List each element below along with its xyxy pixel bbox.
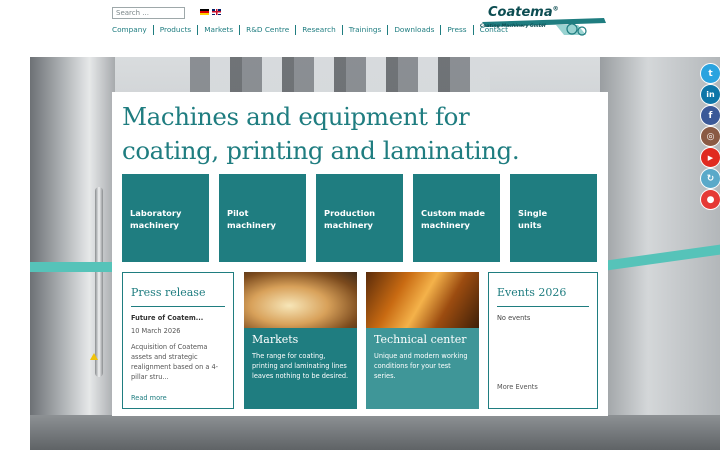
events-card: Events 2026 No events More Events bbox=[488, 272, 598, 409]
main-nav: Company Products Markets R&D Centre Rese… bbox=[112, 25, 514, 35]
markets-title: Markets bbox=[252, 333, 299, 346]
linkedin-icon[interactable]: in bbox=[701, 85, 720, 104]
hero-rollers bbox=[190, 57, 490, 97]
warning-sign-icon bbox=[90, 353, 98, 360]
coatema-logo[interactable]: Coatema® Coating Machinery GmbH bbox=[478, 5, 610, 39]
facebook-icon[interactable]: f bbox=[701, 106, 720, 125]
markets-description: The range for coating, printing and lami… bbox=[252, 352, 349, 380]
info-cards: Press release Future of Coatem... 10 Mar… bbox=[122, 272, 598, 409]
nav-rd-centre[interactable]: R&D Centre bbox=[239, 25, 295, 35]
logo-wordmark: Coatema® bbox=[488, 5, 559, 20]
instagram-icon[interactable]: ◎ bbox=[701, 127, 720, 146]
language-switcher bbox=[200, 9, 221, 15]
page-title: Machines and equipment for coating, prin… bbox=[122, 100, 520, 168]
press-release-title: Press release bbox=[131, 286, 206, 299]
page: Search ... Company Products Markets R&D … bbox=[0, 0, 720, 450]
logo-tagline: Coating Machinery GmbH bbox=[480, 24, 546, 29]
markets-image bbox=[244, 272, 357, 328]
tile-label: units bbox=[518, 220, 542, 230]
technical-center-description: Unique and modern working conditions for… bbox=[374, 352, 468, 380]
tile-label: machinery bbox=[227, 220, 276, 230]
tile-label: Single bbox=[518, 208, 548, 218]
tile-label: machinery bbox=[324, 220, 373, 230]
nav-products[interactable]: Products bbox=[152, 25, 198, 35]
english-flag-icon[interactable] bbox=[212, 9, 221, 15]
nav-press[interactable]: Press bbox=[440, 25, 472, 35]
refresh-icon[interactable]: ↻ bbox=[701, 169, 720, 188]
divider bbox=[497, 306, 589, 307]
more-events-link[interactable]: More Events bbox=[497, 383, 538, 391]
press-release-card: Press release Future of Coatem... 10 Mar… bbox=[122, 272, 234, 409]
tile-pilot-machinery[interactable]: Pilot machinery bbox=[219, 174, 306, 262]
tile-label: machinery bbox=[130, 220, 179, 230]
hero-handle bbox=[95, 187, 103, 377]
technical-center-image bbox=[366, 272, 479, 328]
press-article-excerpt: Acquisition of Coatema assets and strate… bbox=[131, 343, 219, 381]
tile-label: Laboratory bbox=[130, 208, 182, 218]
category-tiles: Laboratory machinery Pilot machinery Produ… bbox=[122, 174, 597, 262]
events-title: Events 2026 bbox=[497, 286, 567, 299]
social-bar: t in f ◎ ▶ ↻ ● bbox=[701, 64, 720, 209]
content-panel: Machines and equipment for coating, prin… bbox=[112, 92, 608, 416]
tile-production-machinery[interactable]: Production machinery bbox=[316, 174, 403, 262]
twitter-icon[interactable]: t bbox=[701, 64, 720, 83]
tile-label: Custom made bbox=[421, 208, 485, 218]
headline-line-1: Machines and equipment for bbox=[122, 102, 470, 131]
divider bbox=[131, 306, 225, 307]
nav-markets[interactable]: Markets bbox=[197, 25, 239, 35]
read-more-link[interactable]: Read more bbox=[131, 394, 167, 402]
nav-downloads[interactable]: Downloads bbox=[387, 25, 440, 35]
tile-label: machinery bbox=[421, 220, 470, 230]
chat-icon[interactable]: ● bbox=[701, 190, 720, 209]
technical-center-card[interactable]: Technical center Unique and modern worki… bbox=[366, 272, 479, 409]
nav-research[interactable]: Research bbox=[295, 25, 341, 35]
markets-card[interactable]: Markets The range for coating, printing … bbox=[244, 272, 357, 409]
tile-label: Production bbox=[324, 208, 376, 218]
nav-trainings[interactable]: Trainings bbox=[341, 25, 388, 35]
press-article-date: 10 March 2026 bbox=[131, 327, 181, 335]
tile-single-units[interactable]: Single units bbox=[510, 174, 597, 262]
tile-custom-made-machinery[interactable]: Custom made machinery bbox=[413, 174, 500, 262]
headline-line-2: coating, printing and laminating. bbox=[122, 136, 520, 165]
search-input[interactable]: Search ... bbox=[112, 7, 185, 19]
tile-label: Pilot bbox=[227, 208, 249, 218]
hero-floor bbox=[30, 415, 720, 450]
german-flag-icon[interactable] bbox=[200, 9, 209, 15]
technical-center-title: Technical center bbox=[374, 333, 467, 346]
hero-teal-band-left bbox=[30, 262, 114, 272]
no-events-text: No events bbox=[497, 314, 531, 322]
youtube-icon[interactable]: ▶ bbox=[701, 148, 720, 167]
tile-laboratory-machinery[interactable]: Laboratory machinery bbox=[122, 174, 209, 262]
press-article-title[interactable]: Future of Coatem... bbox=[131, 314, 225, 322]
nav-company[interactable]: Company bbox=[112, 25, 153, 35]
